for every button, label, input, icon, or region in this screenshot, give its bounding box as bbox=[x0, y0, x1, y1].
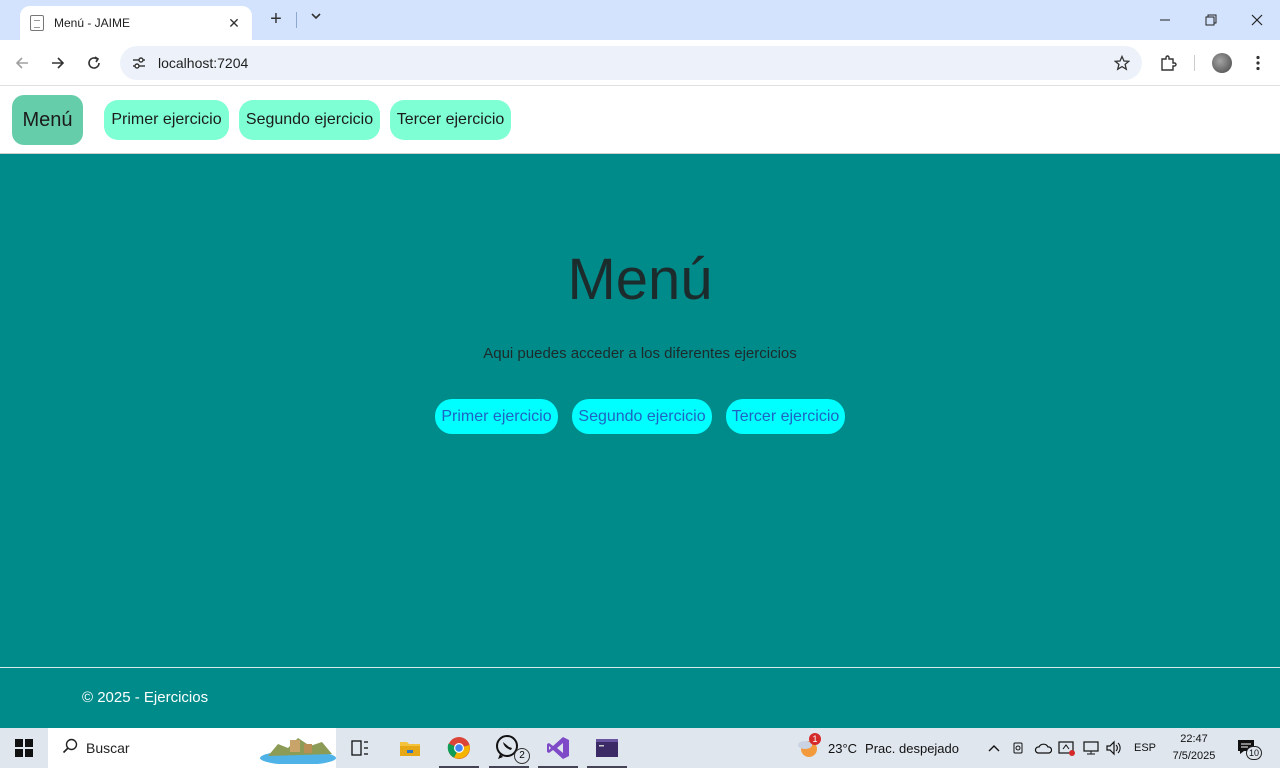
search-label: Buscar bbox=[86, 740, 130, 756]
terminal-window-icon[interactable] bbox=[584, 728, 630, 768]
kebab-menu-icon[interactable] bbox=[1247, 52, 1269, 74]
page-favicon-icon bbox=[30, 15, 44, 31]
security-alert-icon[interactable] bbox=[1057, 728, 1077, 768]
nav-link-tercer-ejercicio[interactable]: Tercer ejercicio bbox=[390, 100, 511, 140]
browser-tab[interactable]: Menú - JAIME ✕ bbox=[20, 6, 252, 40]
url-text[interactable]: localhost:7204 bbox=[158, 55, 1102, 71]
browser-tab-strip: Menú - JAIME ✕ + bbox=[0, 0, 1280, 40]
page-title: Menú bbox=[567, 247, 713, 312]
language-indicator[interactable]: ESP bbox=[1130, 728, 1160, 768]
whatsapp-badge: 2 bbox=[514, 748, 530, 764]
taskbar-search-box[interactable]: Buscar bbox=[48, 728, 336, 768]
tab-close-icon[interactable]: ✕ bbox=[226, 15, 242, 32]
weather-cloud-sun-icon: 1 bbox=[796, 733, 822, 761]
tab-search-chevron-icon[interactable] bbox=[310, 10, 322, 25]
visual-studio-icon[interactable] bbox=[535, 728, 581, 768]
reload-icon[interactable] bbox=[83, 52, 105, 74]
notification-count-badge: 10 bbox=[1246, 746, 1262, 760]
new-tab-icon[interactable]: + bbox=[266, 9, 286, 29]
site-navbar: Menú Primer ejercicio Segundo ejercicio … bbox=[0, 87, 1280, 154]
nav-link-primer-ejercicio[interactable]: Primer ejercicio bbox=[104, 100, 229, 140]
chrome-taskbar-icon[interactable] bbox=[436, 728, 482, 768]
search-highlight-illustration bbox=[260, 738, 336, 764]
clock-date: 7/5/2025 bbox=[1172, 750, 1216, 762]
bookmark-star-icon[interactable] bbox=[1102, 55, 1142, 71]
meet-now-icon[interactable] bbox=[1010, 728, 1028, 768]
segundo-ejercicio-button[interactable]: Segundo ejercicio bbox=[572, 399, 712, 434]
weather-badge: 1 bbox=[809, 733, 821, 745]
page-subtitle: Aqui puedes acceder a los diferentes eje… bbox=[483, 345, 797, 362]
clock-time: 22:47 bbox=[1180, 733, 1208, 745]
profile-avatar[interactable] bbox=[1211, 52, 1233, 74]
close-window-icon[interactable] bbox=[1242, 8, 1272, 32]
os-taskbar: Buscar 2 1 23°C Prac. despejado ESP 22:4… bbox=[0, 728, 1280, 768]
brand-menu-link[interactable]: Menú bbox=[12, 95, 83, 145]
back-arrow-icon[interactable] bbox=[11, 52, 33, 74]
forward-arrow-icon[interactable] bbox=[47, 52, 69, 74]
site-info-icon[interactable] bbox=[130, 54, 148, 72]
extensions-puzzle-icon[interactable] bbox=[1157, 52, 1179, 74]
primer-ejercicio-button[interactable]: Primer ejercicio bbox=[435, 399, 558, 434]
tab-separator bbox=[296, 12, 297, 28]
tercer-ejercicio-button[interactable]: Tercer ejercicio bbox=[726, 399, 845, 434]
volume-speaker-icon[interactable] bbox=[1104, 728, 1124, 768]
windows-start-icon[interactable] bbox=[0, 728, 48, 768]
whatsapp-taskbar-icon[interactable]: 2 bbox=[486, 728, 532, 768]
file-explorer-icon[interactable] bbox=[387, 728, 433, 768]
task-view-icon[interactable] bbox=[337, 728, 383, 768]
main-content: Menú Aqui puedes acceder a los diferente… bbox=[0, 154, 1280, 667]
address-bar[interactable]: localhost:7204 bbox=[120, 46, 1142, 80]
page-footer: © 2025 - Ejercicios bbox=[0, 667, 1280, 728]
network-icon[interactable] bbox=[1081, 728, 1101, 768]
tab-title: Menú - JAIME bbox=[54, 16, 131, 30]
weather-temperature: 23°C bbox=[828, 740, 858, 756]
system-clock[interactable]: 22:47 7/5/2025 bbox=[1166, 731, 1222, 765]
search-icon bbox=[62, 738, 78, 759]
restore-icon[interactable] bbox=[1196, 8, 1226, 32]
nav-link-segundo-ejercicio[interactable]: Segundo ejercicio bbox=[239, 100, 380, 140]
minimize-icon[interactable] bbox=[1150, 8, 1180, 32]
copyright-text: © 2025 - Ejercicios bbox=[82, 689, 209, 706]
weather-widget[interactable]: 1 23°C Prac. despejado bbox=[796, 728, 959, 768]
show-hidden-icons-chevron-icon[interactable] bbox=[986, 728, 1002, 768]
weather-description: Prac. despejado bbox=[865, 740, 959, 756]
avatar bbox=[1212, 53, 1232, 73]
browser-toolbar: localhost:7204 bbox=[0, 40, 1280, 86]
onedrive-cloud-icon[interactable] bbox=[1033, 728, 1053, 768]
toolbar-separator bbox=[1194, 55, 1195, 71]
notification-center-icon[interactable]: 10 bbox=[1236, 738, 1262, 760]
